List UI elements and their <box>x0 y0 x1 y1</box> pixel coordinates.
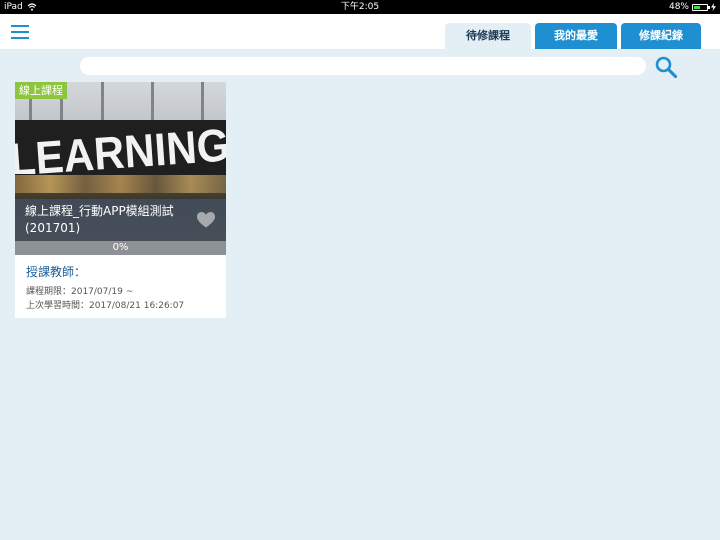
menu-icon[interactable] <box>11 24 29 40</box>
charging-icon <box>711 3 716 11</box>
course-image-word: LEARNING <box>15 118 226 174</box>
heart-icon[interactable] <box>197 212 215 228</box>
teacher-label: 授課教師： <box>26 265 87 279</box>
last-study-time: 上次學習時間：2017/08/21 16:26:07 <box>26 301 185 311</box>
search-icon[interactable] <box>654 55 678 79</box>
tab-pending-courses[interactable]: 待修課程 <box>445 23 531 49</box>
status-bar: iPad 下午2:05 48% <box>0 0 720 14</box>
battery-icon <box>692 3 710 11</box>
course-progress-bar: 0% <box>15 241 226 255</box>
battery-fill <box>694 5 700 9</box>
app-header: 待修課程 我的最愛 修課紀錄 <box>0 14 720 49</box>
course-title[interactable]: 線上課程_行動APP模組測試(201701) <box>25 203 195 237</box>
course-progress-text: 0% <box>112 242 129 253</box>
tab-course-records[interactable]: 修課紀錄 <box>621 23 701 49</box>
battery-percent: 48% <box>668 2 689 12</box>
status-time: 下午2:05 <box>340 2 380 12</box>
course-period: 課程期限：2017/07/19 ~ <box>26 287 134 297</box>
course-card[interactable]: LEARNING 線上課程 線上課程_行動APP模組測試(201701) 0% … <box>15 82 226 318</box>
course-category-badge: 線上課程 <box>15 82 67 99</box>
search-input[interactable] <box>80 57 646 75</box>
tab-favorites[interactable]: 我的最愛 <box>535 23 617 49</box>
course-image: LEARNING 線上課程 線上課程_行動APP模組測試(201701) <box>15 82 226 241</box>
status-right: 48% <box>669 0 716 14</box>
svg-text:LEARNING: LEARNING <box>15 118 226 174</box>
course-title-overlay: 線上課程_行動APP模組測試(201701) <box>15 199 226 241</box>
